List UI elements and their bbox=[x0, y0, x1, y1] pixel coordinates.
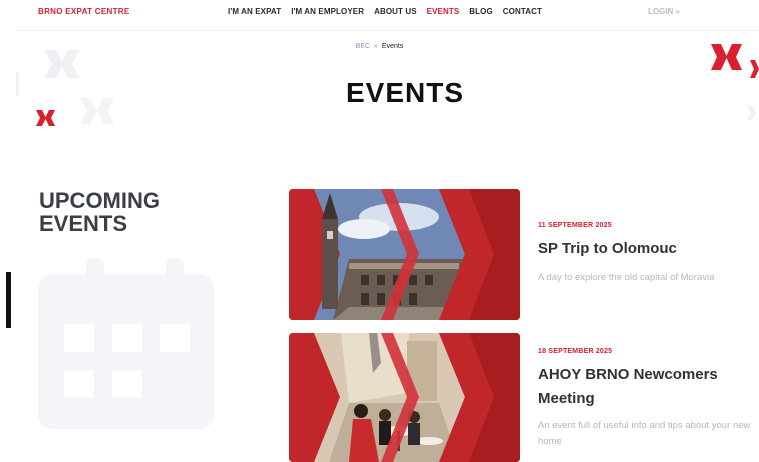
nav-item-blog[interactable]: BLOG bbox=[469, 7, 493, 16]
text-cursor-bar bbox=[6, 272, 11, 328]
decorative-red-chevron-icon bbox=[36, 110, 55, 126]
nav-item-im-an-expat[interactable]: I'M AN EXPAT bbox=[228, 7, 281, 16]
event-description: A day to explore the old capital of Mora… bbox=[538, 272, 715, 283]
nav-item-im-an-employer[interactable]: I'M AN EMPLOYER bbox=[291, 7, 364, 16]
main-nav: I'M AN EXPAT I'M AN EMPLOYER ABOUT US EV… bbox=[228, 7, 542, 16]
header-divider bbox=[16, 30, 759, 31]
decorative-bar-icon bbox=[16, 72, 19, 96]
decorative-chevron-icon bbox=[80, 98, 114, 124]
event-description: An event full of useful info and tips ab… bbox=[538, 420, 751, 447]
login-link[interactable]: LOGIN » bbox=[648, 7, 680, 16]
decorative-red-chevron-icon bbox=[711, 44, 742, 70]
decorative-chevron-icon bbox=[44, 50, 80, 78]
nav-item-contact[interactable]: CONTACT bbox=[503, 7, 542, 16]
event-date: 11 SEPTEMBER 2025 bbox=[538, 222, 612, 229]
nav-item-events[interactable]: EVENTS bbox=[427, 7, 460, 16]
event-image[interactable] bbox=[289, 333, 520, 462]
upcoming-events-heading: UPCOMING EVENTS bbox=[39, 189, 160, 235]
top-navigation-bar: BRNO EXPAT CENTRE I'M AN EXPAT I'M AN EM… bbox=[0, 0, 759, 26]
upcoming-heading-line2: EVENTS bbox=[39, 211, 128, 236]
brand-logo-link[interactable]: BRNO EXPAT CENTRE bbox=[38, 7, 129, 16]
breadcrumb-current: Events bbox=[381, 43, 404, 50]
decorative-chevron-icon bbox=[747, 106, 756, 120]
breadcrumb-home-link[interactable]: BEC bbox=[356, 43, 370, 50]
breadcrumb-separator: » bbox=[374, 43, 378, 50]
nav-item-about-us[interactable]: ABOUT US bbox=[374, 7, 417, 16]
event-photo-town-hall bbox=[289, 189, 520, 320]
breadcrumb: BEC » Events bbox=[0, 43, 759, 50]
upcoming-heading-line1: UPCOMING bbox=[39, 188, 160, 213]
event-date: 18 SEPTEMBER 2025 bbox=[538, 348, 613, 355]
event-title-link[interactable]: SP Trip to Olomouc bbox=[538, 237, 759, 261]
event-photo-cafe-terrace bbox=[289, 333, 520, 462]
event-image[interactable] bbox=[289, 189, 520, 320]
calendar-icon bbox=[38, 258, 214, 429]
decorative-red-chevron-icon bbox=[750, 60, 759, 78]
event-title-link[interactable]: AHOY BRNO Newcomers Meeting bbox=[538, 363, 759, 411]
